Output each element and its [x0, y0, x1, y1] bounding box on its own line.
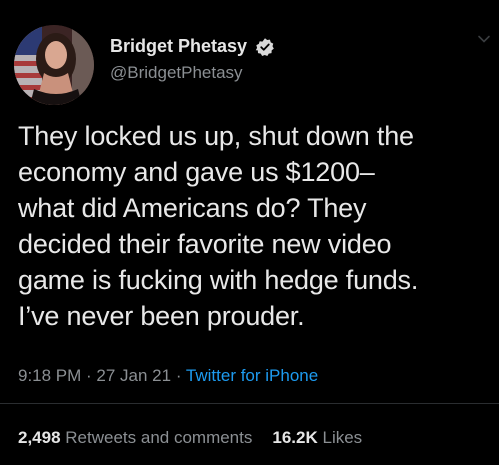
author-name-row: Bridget Phetasy	[110, 36, 275, 57]
tweet-meta: 9:18 PM · 27 Jan 21 · Twitter for iPhone	[18, 366, 318, 386]
tweet-source-link[interactable]: Twitter for iPhone	[186, 366, 318, 385]
divider	[0, 403, 499, 404]
chevron-down-icon[interactable]	[477, 32, 491, 46]
tweet-card: Bridget Phetasy @BridgetPhetasy They loc…	[0, 0, 499, 465]
retweets-count: 2,498	[18, 428, 61, 447]
verified-badge-icon	[255, 37, 275, 57]
tweet-date[interactable]: 27 Jan 21	[96, 366, 171, 385]
avatar[interactable]	[14, 25, 94, 105]
author-handle[interactable]: @BridgetPhetasy	[110, 63, 243, 83]
tweet-stats: 2,498 Retweets and comments 16.2K Likes	[18, 428, 362, 448]
meta-separator: ·	[81, 366, 97, 385]
likes-count: 16.2K	[272, 428, 318, 447]
meta-separator: ·	[171, 366, 186, 385]
retweets-stat[interactable]: 2,498 Retweets and comments	[18, 428, 252, 447]
tweet-time[interactable]: 9:18 PM	[18, 366, 81, 385]
likes-stat[interactable]: 16.2K Likes	[272, 428, 362, 447]
tweet-text: They locked us up, shut down the economy…	[18, 121, 419, 331]
author-display-name[interactable]: Bridget Phetasy	[110, 36, 247, 57]
likes-label: Likes	[322, 428, 363, 447]
retweets-label: Retweets and comments	[65, 428, 253, 447]
